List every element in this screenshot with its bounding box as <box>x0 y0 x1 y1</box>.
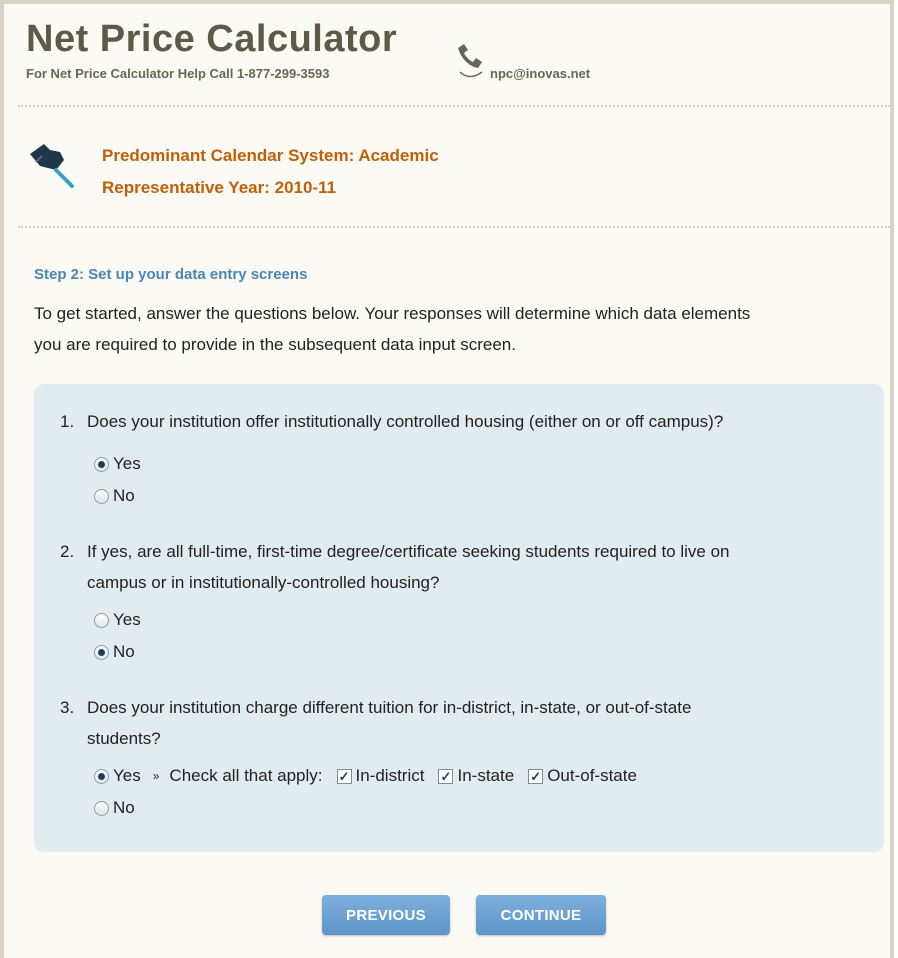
checkbox-label: In-state <box>457 766 515 785</box>
phone-icon <box>458 44 483 78</box>
continue-button[interactable]: CONTINUE <box>476 895 606 935</box>
q2-no-radio[interactable]: No <box>94 642 135 662</box>
step-heading: Step 2: Set up your data entry screens <box>34 266 308 283</box>
checkbox-label: In-district <box>355 766 425 785</box>
in-state-checkbox[interactable]: ✓ <box>438 768 454 784</box>
question-text: Does your institution offer institutiona… <box>87 412 724 431</box>
intro-line: To get started, answer the questions bel… <box>34 304 751 323</box>
radio-label: No <box>113 798 135 817</box>
radio-label: Yes <box>113 610 141 629</box>
representative-year-text: Representative Year: 2010-11 <box>102 178 337 197</box>
previous-button[interactable]: PREVIOUS <box>322 895 450 935</box>
radio-label: No <box>113 642 135 661</box>
q1-no-radio[interactable]: No <box>94 486 135 506</box>
arrow-icon: » <box>152 769 160 783</box>
radio-unselected[interactable] <box>94 488 109 504</box>
q2-yes-radio[interactable]: Yes <box>94 610 141 630</box>
calculator-frame: Net Price Calculator For Net Price Calcu… <box>0 0 894 958</box>
question-text: students? <box>87 729 161 748</box>
divider <box>18 226 890 228</box>
out-of-state-checkbox[interactable]: ✓ <box>528 768 544 784</box>
radio-label: Yes <box>113 766 141 785</box>
calendar-system-text: Predominant Calendar System: Academic <box>102 146 439 165</box>
radio-label: No <box>113 486 135 505</box>
radio-selected[interactable] <box>94 644 109 660</box>
question-number: 3. <box>60 698 75 717</box>
q1-yes-radio[interactable]: Yes <box>94 454 141 474</box>
radio-unselected[interactable] <box>94 800 109 816</box>
question-text: If yes, are all full-time, first-time de… <box>87 542 730 561</box>
help-email-text: npc@inovas.net <box>490 66 591 81</box>
q3-yes-row: Yes » Check all that apply: ✓ In-distric… <box>94 766 637 786</box>
radio-selected[interactable] <box>94 456 109 472</box>
question-number: 1. <box>60 412 75 431</box>
check-prompt: Check all that apply: <box>169 766 323 785</box>
page-title: Net Price Calculator <box>26 18 398 60</box>
question-text: campus or in institutionally-controlled … <box>87 573 440 592</box>
q3-no-radio[interactable]: No <box>94 798 135 818</box>
help-phone-text: For Net Price Calculator Help Call 1-877… <box>26 66 330 81</box>
pushpin-icon <box>30 144 74 188</box>
radio-label: Yes <box>113 454 141 473</box>
intro-line: you are required to provide in the subse… <box>34 335 516 354</box>
in-district-checkbox[interactable]: ✓ <box>336 768 352 784</box>
divider <box>18 105 890 107</box>
intro-text: To get started, answer the questions bel… <box>34 298 884 360</box>
question-number: 2. <box>60 542 75 561</box>
q3-yes-radio[interactable] <box>94 768 109 784</box>
checkbox-label: Out-of-state <box>547 766 637 785</box>
question-text: Does your institution charge different t… <box>87 698 692 717</box>
radio-unselected[interactable] <box>94 612 109 628</box>
